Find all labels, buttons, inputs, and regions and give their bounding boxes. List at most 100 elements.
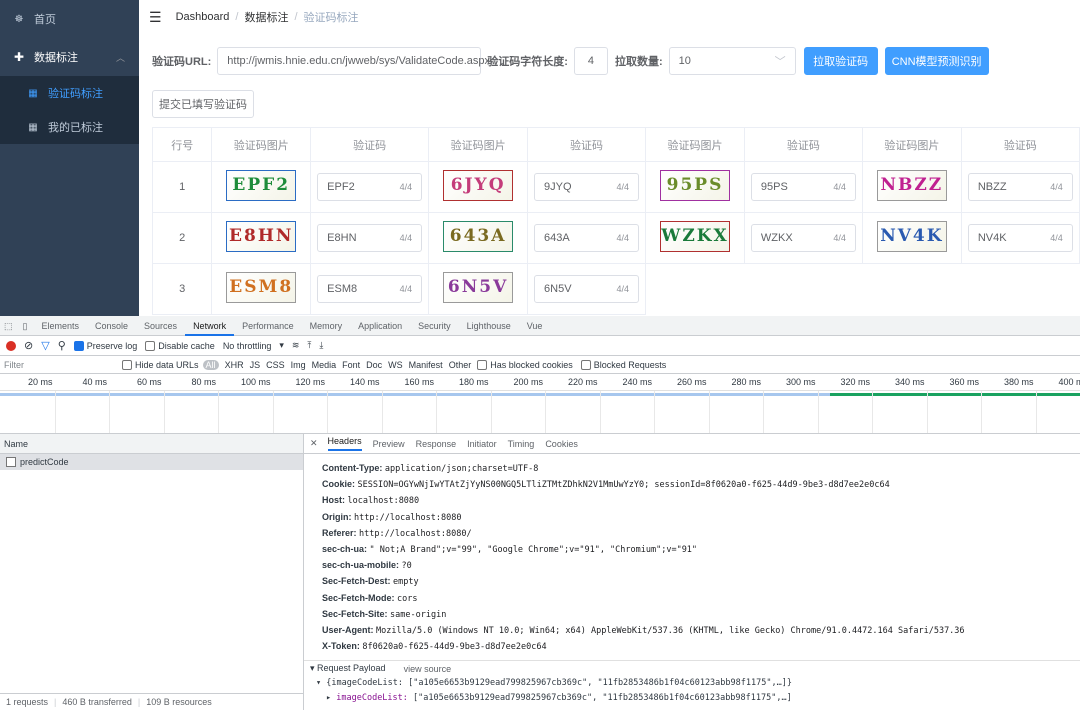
- main-content: ☰ Dashboard / 数据标注 / 验证码标注 验证码URL: http:…: [139, 0, 1080, 316]
- disable-cache-checkbox[interactable]: Disable cache: [145, 340, 215, 351]
- header-key: Host:: [322, 495, 345, 506]
- tab-console[interactable]: Console: [87, 316, 136, 336]
- header-row: sec-ch-ua-mobile: ?0: [322, 557, 1080, 573]
- tab-headers[interactable]: Headers: [327, 436, 362, 451]
- captcha-code-input[interactable]: WZKX 4/4: [750, 224, 856, 252]
- type-filter-js[interactable]: JS: [250, 360, 261, 370]
- record-icon[interactable]: [6, 340, 16, 351]
- char-count: 4/4: [399, 233, 413, 243]
- char-count: 4/4: [616, 284, 630, 294]
- tab-timing[interactable]: Timing: [508, 439, 535, 449]
- header-row: Sec-Fetch-Site: same-origin: [322, 606, 1080, 622]
- blocked-requests-checkbox[interactable]: Blocked Requests: [580, 359, 666, 370]
- captcha-code-input[interactable]: 9JYQ 4/4: [534, 173, 640, 201]
- inspect-icon[interactable]: ⬚: [0, 316, 17, 336]
- tab-memory[interactable]: Memory: [302, 316, 351, 336]
- count-select[interactable]: 10 ﹀: [668, 47, 796, 75]
- tab-elements[interactable]: Elements: [33, 316, 87, 336]
- header-key: Cookie:: [322, 479, 356, 490]
- sidebar-group-label: 数据标注: [34, 52, 78, 64]
- length-input[interactable]: 4: [573, 47, 608, 75]
- filter-input[interactable]: Filter: [4, 360, 122, 370]
- filter-icon[interactable]: ▽: [41, 339, 49, 352]
- cnn-predict-button[interactable]: CNN模型预测识别: [884, 47, 989, 75]
- download-icon[interactable]: ⤓: [319, 340, 323, 351]
- fetch-captcha-button[interactable]: 拉取验证码: [803, 47, 878, 75]
- header-row: User-Agent: Mozilla/5.0 (Windows NT 10.0…: [322, 622, 1080, 638]
- request-row[interactable]: predictCode: [0, 454, 303, 470]
- breadcrumb-annotation[interactable]: 数据标注: [244, 9, 288, 25]
- header-row: X-Token: 8f0620a0-f625-44d9-9be3-d8d7ee2…: [322, 638, 1080, 654]
- header-key: sec-ch-ua-mobile:: [322, 560, 400, 571]
- payload-object[interactable]: ▾ {imageCodeList: ["a105e6653b9129ead799…: [304, 676, 1080, 691]
- tab-network[interactable]: Network: [185, 316, 235, 336]
- tab-application[interactable]: Application: [350, 316, 410, 336]
- captcha-code-input[interactable]: 643A 4/4: [534, 224, 640, 252]
- code-value: 95PS: [760, 181, 788, 193]
- captcha-code-input[interactable]: 6N5V 4/4: [534, 275, 640, 303]
- network-timeline[interactable]: 20 ms 40 ms 60 ms 80 ms 100 ms 120 ms 140 ms 16…: [0, 374, 1080, 434]
- clear-icon[interactable]: ⊘: [24, 339, 33, 352]
- tab-initiator[interactable]: Initiator: [467, 439, 497, 449]
- char-count: 4/4: [616, 182, 630, 192]
- preserve-log-checkbox[interactable]: Preserve log: [73, 340, 137, 351]
- hide-data-urls-checkbox[interactable]: Hide data URLs: [122, 359, 199, 370]
- table-row: 3 ESM8 ESM8 4/4 6N5V 6N5V 4/4: [151, 263, 1080, 315]
- submit-captcha-button[interactable]: 提交已填写验证码: [152, 90, 254, 118]
- blocked-cookies-checkbox[interactable]: Has blocked cookies: [477, 359, 573, 370]
- devtools-panel: ⬚ ▯ Elements Console Sources Network Per…: [0, 316, 1080, 710]
- sidebar-group-annotation[interactable]: ✚ 数据标注 ︿: [0, 38, 139, 76]
- close-icon[interactable]: ✕: [310, 438, 318, 449]
- sidebar-item-my-annotated[interactable]: ▦ 我的已标注: [0, 110, 139, 144]
- type-filter-media[interactable]: Media: [312, 360, 337, 370]
- type-filter-xhr[interactable]: XHR: [225, 360, 244, 370]
- sidebar-item-home[interactable]: ☸ 首页: [0, 0, 139, 38]
- tab-preview[interactable]: Preview: [373, 439, 405, 449]
- type-filter-other[interactable]: Other: [449, 360, 472, 370]
- wifi-icon[interactable]: ≋: [292, 340, 300, 351]
- upload-icon[interactable]: ⤒: [307, 340, 311, 351]
- captcha-code-input[interactable]: EPF2 4/4: [317, 173, 423, 201]
- hamburger-icon[interactable]: ☰: [149, 9, 162, 26]
- char-count: 4/4: [1050, 233, 1063, 243]
- breadcrumb-dashboard[interactable]: Dashboard: [176, 11, 230, 23]
- captcha-code-input[interactable]: NBZZ 4/4: [967, 173, 1073, 201]
- captcha-code-input[interactable]: NV4K 4/4: [967, 224, 1073, 252]
- type-filter-manifest[interactable]: Manifest: [409, 360, 443, 370]
- captcha-code-input[interactable]: 95PS 4/4: [750, 173, 856, 201]
- type-filter-css[interactable]: CSS: [266, 360, 285, 370]
- captcha-code-input[interactable]: ESM8 4/4: [317, 275, 423, 303]
- throttling-select[interactable]: No throttling ▾: [223, 340, 284, 351]
- payload-header[interactable]: ▾ Request Payload view source: [304, 660, 1080, 676]
- type-filter-img[interactable]: Img: [291, 360, 306, 370]
- device-toggle-icon[interactable]: ▯: [17, 316, 34, 336]
- captcha-code-input[interactable]: E8HN 4/4: [317, 224, 423, 252]
- timeline-tick-label: 400 ms: [1058, 377, 1080, 387]
- tab-performance[interactable]: Performance: [234, 316, 302, 336]
- header-row: Content-Type: application/json;charset=U…: [322, 460, 1080, 476]
- tab-response[interactable]: Response: [416, 439, 457, 449]
- tab-lighthouse[interactable]: Lighthouse: [459, 316, 519, 336]
- tab-cookies[interactable]: Cookies: [545, 439, 578, 449]
- type-filter-font[interactable]: Font: [342, 360, 360, 370]
- type-filter-all[interactable]: All: [202, 359, 219, 370]
- timeline-gridline: [109, 391, 110, 433]
- char-count: 4/4: [833, 233, 846, 243]
- payload-array[interactable]: ▸ imageCodeList: ["a105e6653b9129ead7998…: [304, 691, 1080, 706]
- url-input[interactable]: http://jwmis.hnie.edu.cn/jwweb/sys/Valid…: [217, 47, 490, 75]
- timeline-tick-label: 220 ms: [567, 377, 598, 387]
- sidebar-item-captcha-annotate[interactable]: ▦ 验证码标注: [0, 76, 139, 110]
- tab-security[interactable]: Security: [410, 316, 459, 336]
- url-label: 验证码URL:: [152, 56, 212, 68]
- tab-vue[interactable]: Vue: [519, 316, 551, 336]
- type-filter-ws[interactable]: WS: [388, 360, 403, 370]
- search-icon[interactable]: ⚲: [58, 339, 66, 352]
- devtools-tabbar: ⬚ ▯ Elements Console Sources Network Per…: [0, 316, 1080, 336]
- timeline-gridline: [599, 391, 601, 433]
- tab-sources[interactable]: Sources: [136, 316, 185, 336]
- name-column-header[interactable]: Name: [0, 434, 303, 454]
- view-source-link[interactable]: view source: [404, 664, 452, 674]
- type-filter-doc[interactable]: Doc: [366, 360, 382, 370]
- header-value: ?0: [401, 561, 412, 572]
- timeline-tick-label: 320 ms: [840, 377, 870, 387]
